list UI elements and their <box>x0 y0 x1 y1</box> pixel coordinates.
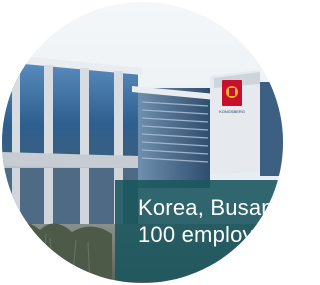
company-logo: KONGSBERG <box>219 80 245 114</box>
logo-wordmark: KONGSBERG <box>219 109 245 114</box>
location-caption: Korea, Busan 100 employees <box>115 180 283 282</box>
location-card[interactable]: KONGSBERG Korea, Busan 100 employees <box>2 2 283 283</box>
employee-count: 100 employees <box>138 222 283 247</box>
location-name: Korea, Busan <box>138 195 274 220</box>
